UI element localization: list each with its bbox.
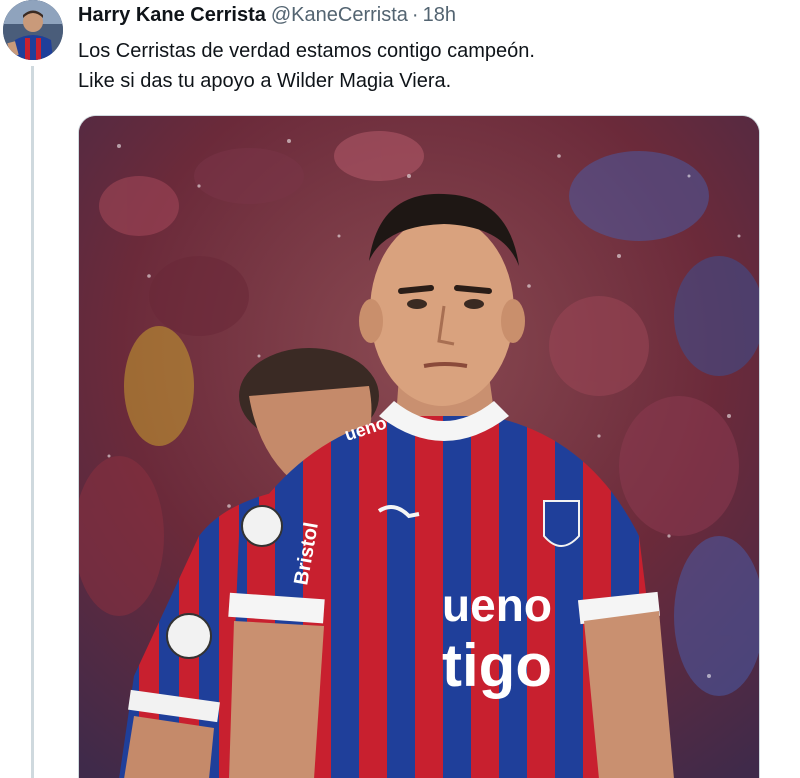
tweet-header: Harry Kane Cerrista @KaneCerrista · 18h [78, 2, 456, 28]
tweet-text: Los Cerristas de verdad estamos contigo … [78, 36, 535, 96]
football-player-photo: ueno tigo ueno Bristol [79, 116, 759, 778]
tweet-photo[interactable]: ueno tigo ueno Bristol [78, 115, 760, 778]
thread-line [31, 66, 34, 778]
separator-dot: · [411, 4, 419, 26]
jersey-sponsor-ueno: ueno [442, 579, 552, 631]
user-handle[interactable]: @KaneCerrista [271, 4, 408, 26]
timestamp[interactable]: 18h [423, 4, 456, 26]
tweet-text-line: Los Cerristas de verdad estamos contigo … [78, 40, 535, 62]
avatar-image [3, 0, 63, 60]
tweet[interactable]: Harry Kane Cerrista @KaneCerrista · 18h Los… [0, 0, 800, 778]
jersey-sponsor-tigo: tigo [442, 632, 552, 699]
avatar[interactable] [3, 0, 63, 60]
display-name[interactable]: Harry Kane Cerrista [78, 4, 266, 26]
tweet-text-line: Like si das tu apoyo a Wilder Magia Vier… [78, 70, 452, 92]
